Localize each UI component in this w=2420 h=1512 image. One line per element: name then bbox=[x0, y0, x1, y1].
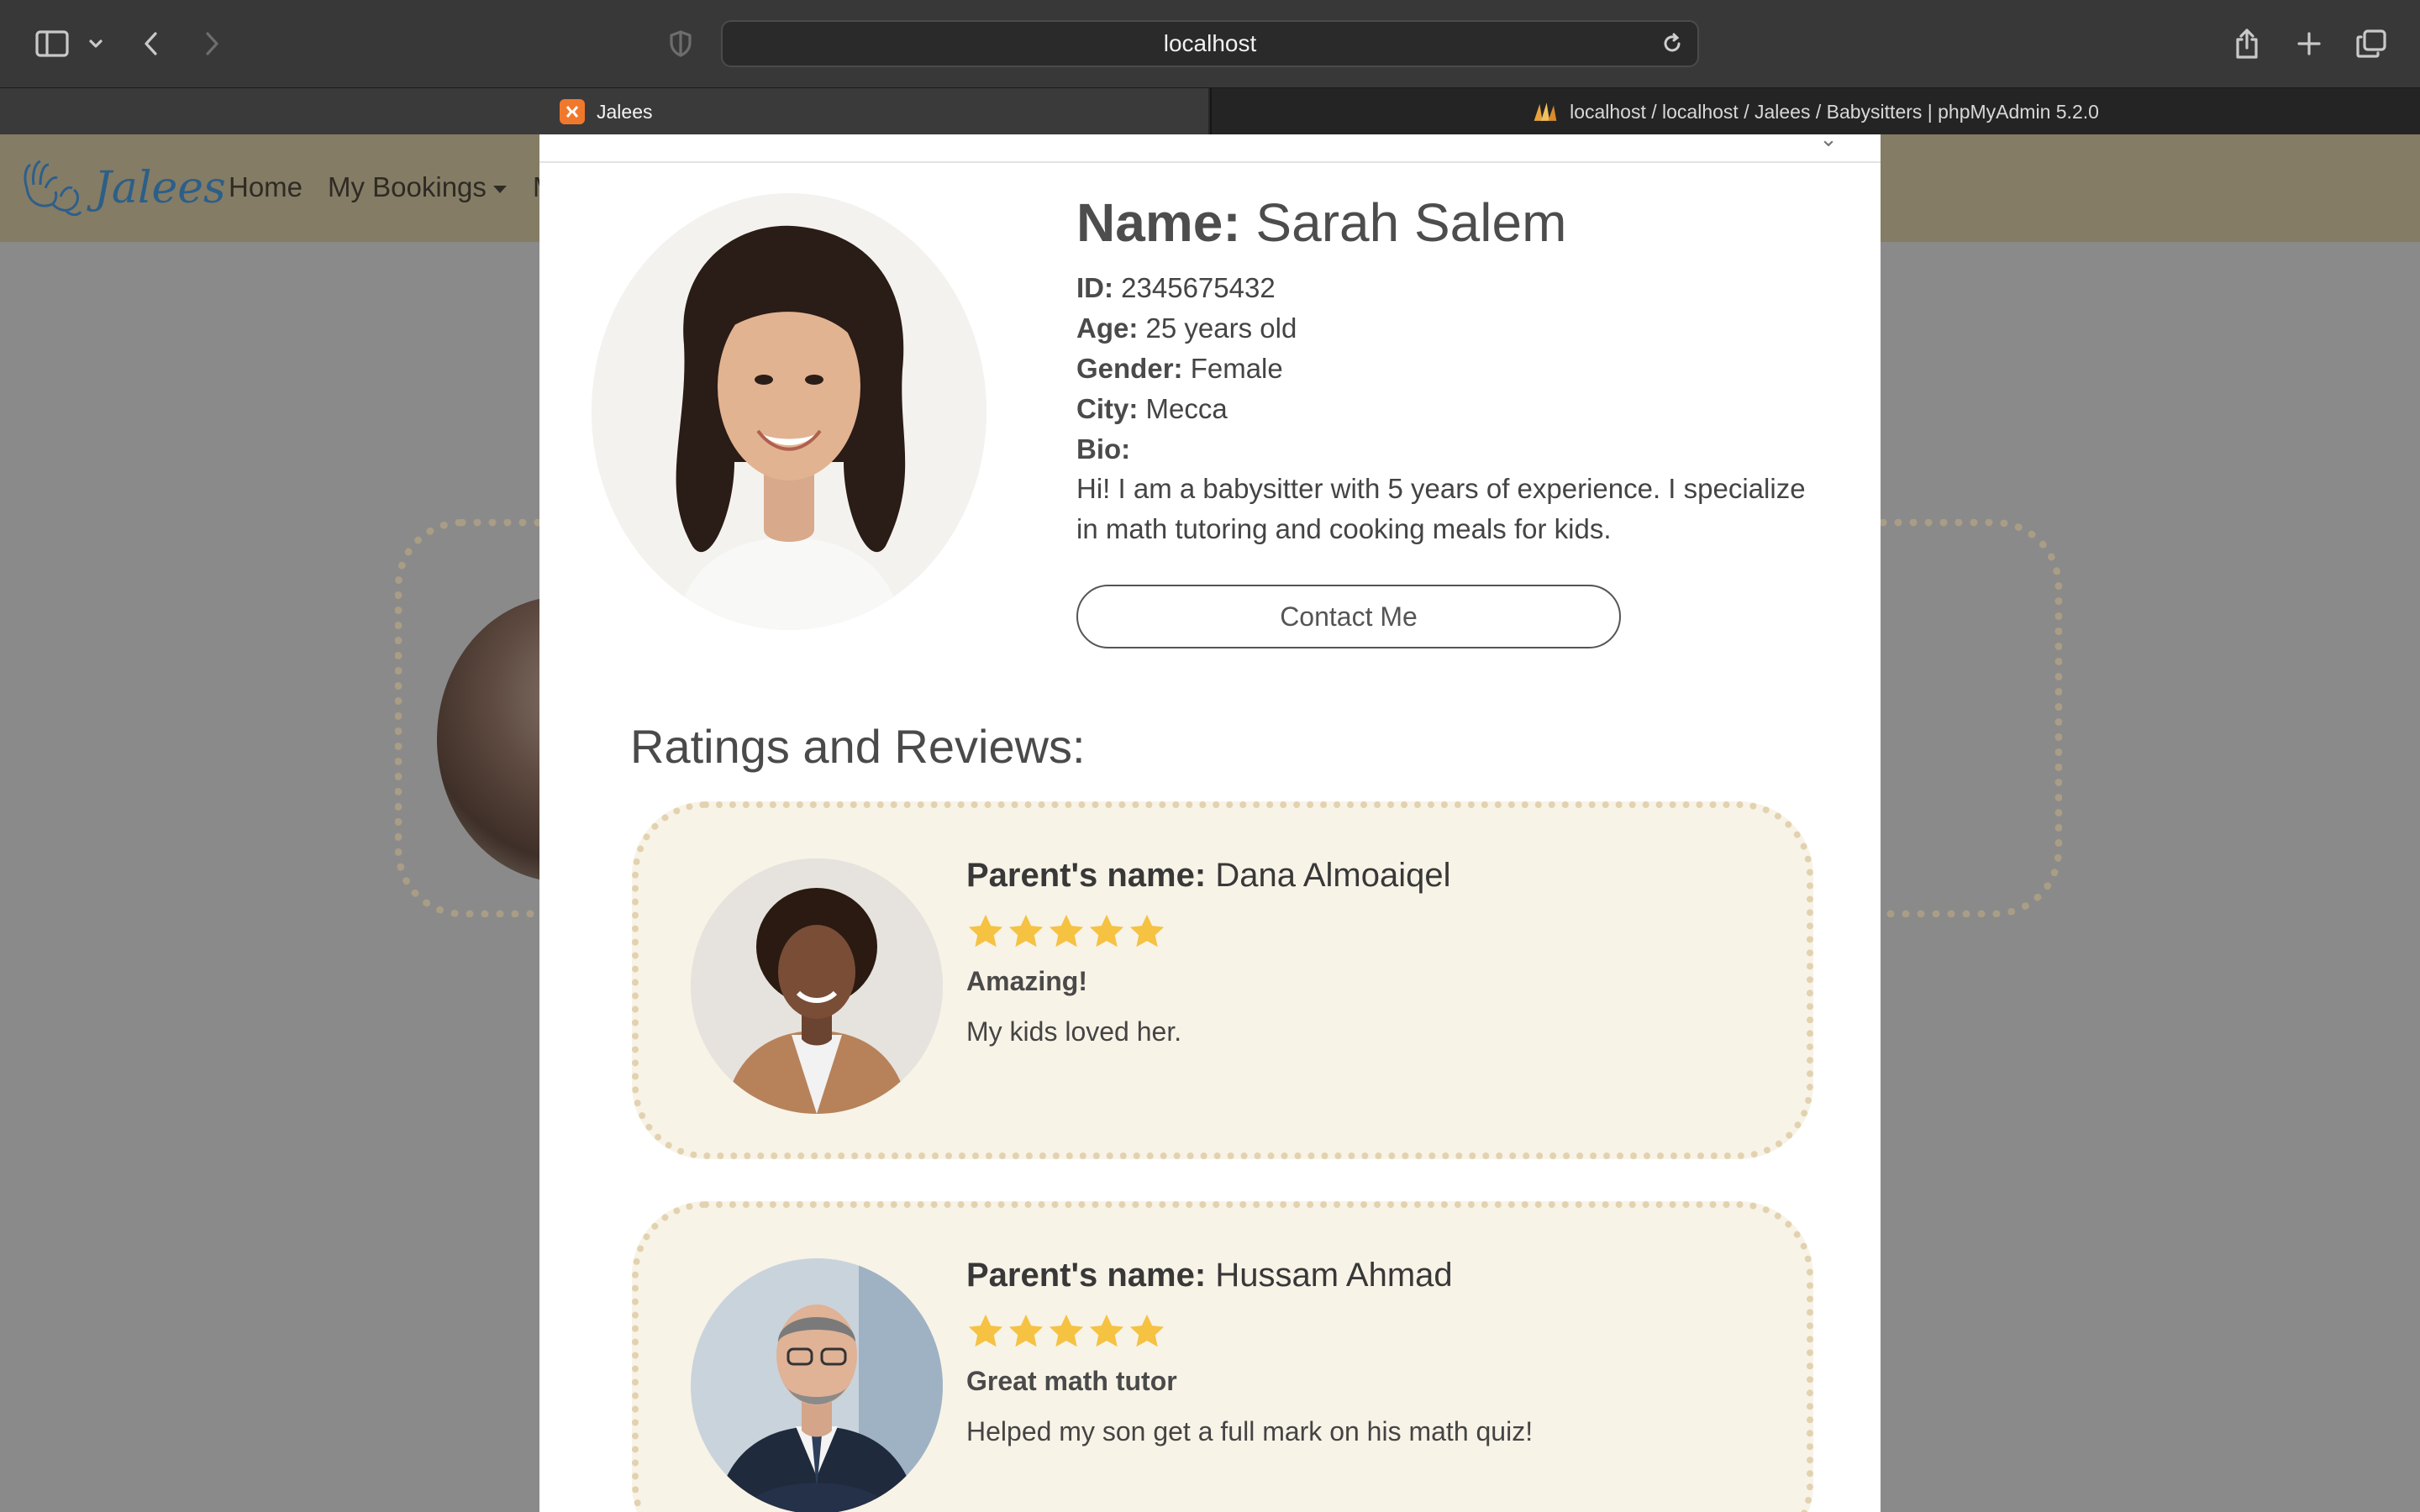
bio-row: Bio: bbox=[1076, 433, 1130, 465]
age-value: 25 years old bbox=[1145, 312, 1297, 344]
hands-logo-icon bbox=[24, 160, 82, 217]
bio-label: Bio: bbox=[1076, 433, 1131, 465]
phpmyadmin-icon bbox=[1533, 99, 1558, 124]
gender-label: Gender: bbox=[1076, 353, 1183, 384]
chevron-down-icon[interactable] bbox=[74, 22, 118, 66]
review-title: Great math tutor bbox=[966, 1366, 1177, 1396]
gender-row: Gender: Female bbox=[1076, 353, 1283, 385]
review-parent-name: Parent's name: Dana Almoaiqel bbox=[966, 857, 1451, 895]
tab-jalees[interactable]: Jalees bbox=[0, 88, 1208, 135]
review-parent-name: Parent's name: Hussam Ahmad bbox=[966, 1257, 1453, 1294]
review-body: My kids loved her. bbox=[966, 1016, 1182, 1047]
star-rating bbox=[966, 912, 1166, 951]
reviewer-avatar bbox=[691, 1258, 943, 1512]
profile-modal: ⌄ Name: Sarah Salem ID: 2345675432 Age: … bbox=[539, 134, 1881, 1512]
city-value: Mecca bbox=[1145, 393, 1228, 424]
privacy-shield-icon[interactable] bbox=[659, 22, 702, 66]
tab-bar: Jalees localhost / localhost / Jalees / … bbox=[0, 87, 2420, 135]
review-body: Helped my son get a full mark on his mat… bbox=[966, 1416, 1534, 1446]
reviews-heading: Ratings and Reviews: bbox=[630, 720, 1086, 773]
star-rating bbox=[966, 1312, 1166, 1351]
modal-header-divider bbox=[539, 161, 1881, 163]
profile-name: Name: Sarah Salem bbox=[1076, 192, 1566, 254]
name-value: Sarah Salem bbox=[1255, 192, 1567, 253]
bio-text: Hi! I am a babysitter with 5 years of ex… bbox=[1076, 473, 1806, 544]
id-value: 2345675432 bbox=[1121, 272, 1276, 303]
star-icon bbox=[1007, 1312, 1045, 1351]
share-icon[interactable] bbox=[2225, 22, 2269, 66]
reload-icon[interactable] bbox=[1655, 27, 1689, 60]
age-label: Age: bbox=[1076, 312, 1139, 344]
star-icon bbox=[1047, 1312, 1086, 1351]
star-icon bbox=[1128, 912, 1166, 951]
close-icon[interactable]: ⌄ bbox=[1810, 134, 1847, 151]
review-card: Parent's name: Dana Almoaiqel Amazing! M… bbox=[632, 801, 1813, 1159]
xampp-icon bbox=[560, 99, 585, 124]
parent-value: Hussam Ahmad bbox=[1215, 1257, 1453, 1294]
address-bar[interactable]: localhost bbox=[721, 20, 1699, 67]
sidebar-toggle-icon[interactable] bbox=[30, 22, 74, 66]
tab-phpmyadmin[interactable]: localhost / localhost / Jalees / Babysit… bbox=[1210, 88, 2420, 135]
url-text: localhost bbox=[1163, 30, 1257, 56]
star-icon bbox=[966, 912, 1005, 951]
parent-label: Parent's name: bbox=[966, 1257, 1207, 1294]
id-row: ID: 2345675432 bbox=[1076, 272, 1276, 304]
nav-bookings-label: My Bookings bbox=[328, 171, 487, 202]
back-icon[interactable] bbox=[129, 22, 173, 66]
city-label: City: bbox=[1076, 393, 1139, 424]
gender-value: Female bbox=[1190, 353, 1283, 384]
parent-label: Parent's name: bbox=[966, 857, 1207, 894]
tab-title: Jalees bbox=[597, 100, 653, 123]
nav-bookings-dropdown[interactable]: My Bookings bbox=[328, 171, 507, 203]
star-icon bbox=[1128, 1312, 1166, 1351]
caret-down-icon bbox=[492, 185, 507, 193]
city-row: City: Mecca bbox=[1076, 393, 1228, 425]
browser-toolbar: localhost bbox=[0, 0, 2420, 87]
star-icon bbox=[1007, 912, 1045, 951]
contact-me-button[interactable]: Contact Me bbox=[1076, 585, 1621, 648]
new-tab-icon[interactable] bbox=[2287, 22, 2331, 66]
review-title: Amazing! bbox=[966, 966, 1087, 996]
star-icon bbox=[1047, 912, 1086, 951]
star-icon bbox=[1087, 1312, 1126, 1351]
star-icon bbox=[966, 1312, 1005, 1351]
star-icon bbox=[1087, 912, 1126, 951]
parent-value: Dana Almoaiqel bbox=[1215, 857, 1451, 894]
id-label: ID: bbox=[1076, 272, 1113, 303]
age-row: Age: 25 years old bbox=[1076, 312, 1297, 344]
name-label: Name: bbox=[1076, 192, 1241, 253]
tab-overview-icon[interactable] bbox=[2349, 22, 2393, 66]
tab-title: localhost / localhost / Jalees / Babysit… bbox=[1570, 100, 2099, 123]
forward-icon[interactable] bbox=[190, 22, 234, 66]
reviewer-avatar bbox=[691, 858, 943, 1114]
review-card: Parent's name: Hussam Ahmad Great math t… bbox=[632, 1201, 1813, 1512]
jalees-logo[interactable]: Jalees bbox=[18, 155, 226, 222]
logo-text: Jalees bbox=[94, 163, 226, 213]
profile-photo bbox=[592, 193, 986, 630]
nav-home-link[interactable]: Home bbox=[229, 171, 302, 203]
